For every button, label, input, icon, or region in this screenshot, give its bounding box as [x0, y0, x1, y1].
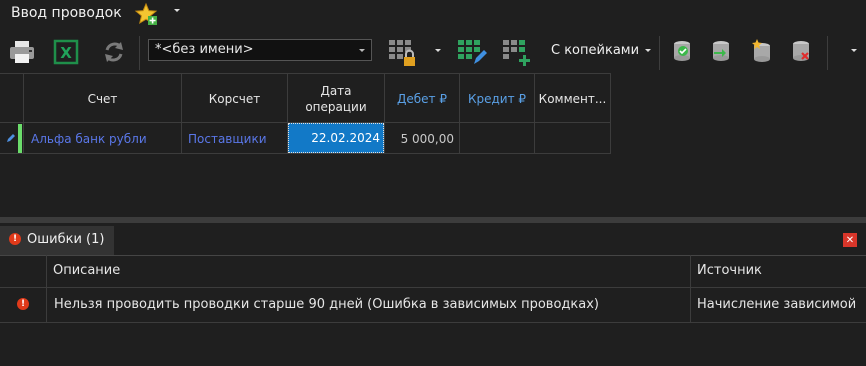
db-move-icon[interactable] [705, 36, 737, 68]
grid-border [0, 73, 611, 74]
error-source[interactable]: Начисление зависимой [697, 297, 865, 312]
window-title: Ввод проводок [11, 5, 122, 21]
cell-debet[interactable]: 5 000,00 [385, 124, 459, 153]
errors-column-description[interactable]: Описание [53, 263, 120, 278]
grid-lock-icon[interactable] [386, 36, 418, 68]
grid-edit-icon[interactable] [455, 36, 487, 68]
column-header-date[interactable]: Дата операции [288, 75, 384, 122]
chevron-down-icon [359, 49, 365, 52]
error-icon: ! [9, 233, 21, 245]
toolbar-separator [139, 36, 140, 70]
toolbar-separator [827, 36, 828, 70]
layout-name-value: *<без имени> [155, 42, 254, 57]
column-header-debet[interactable]: Дебет ₽ [385, 75, 459, 122]
errors-border [46, 255, 47, 323]
row-status-marker [18, 124, 22, 153]
favorite-star-icon[interactable] [134, 2, 158, 26]
errors-border [0, 255, 866, 256]
errors-column-source[interactable]: Источник [697, 263, 762, 278]
layout-name-select[interactable]: *<без имени> [148, 39, 372, 61]
grid-border [610, 73, 611, 154]
toolbar-separator [659, 36, 660, 70]
column-header-schet[interactable]: Счет [24, 75, 181, 122]
edit-pencil-icon [5, 132, 17, 147]
errors-border [0, 322, 866, 323]
error-description[interactable]: Нельзя проводить проводки старше 90 дней… [54, 297, 599, 312]
column-header-comment[interactable]: Коммент... [535, 75, 610, 122]
toolbar-overflow-chevron-icon[interactable] [851, 49, 857, 52]
errors-tab-label: Ошибки (1) [27, 232, 105, 247]
cell-korschet[interactable]: Поставщики [188, 124, 286, 153]
panel-splitter[interactable] [0, 217, 866, 223]
close-icon[interactable]: ✕ [843, 233, 857, 247]
errors-border [690, 255, 691, 323]
column-header-korschet[interactable]: Корсчет [182, 75, 287, 122]
kopeiki-dropdown[interactable]: С копейками [551, 43, 639, 58]
errors-border [0, 287, 866, 288]
grid-lock-chevron-down-icon[interactable] [435, 49, 441, 52]
cell-schet[interactable]: Альфа банк рубли [31, 124, 179, 153]
excel-export-icon[interactable]: X [50, 36, 82, 68]
grid-add-icon[interactable] [500, 36, 532, 68]
cell-comment[interactable] [535, 124, 610, 153]
title-menu-chevron-down-icon[interactable] [174, 9, 180, 12]
kopeiki-chevron-down-icon[interactable] [645, 49, 651, 52]
refresh-icon[interactable] [98, 36, 130, 68]
grid-border [0, 153, 611, 154]
print-icon[interactable] [6, 36, 38, 68]
error-row-icon: ! [17, 298, 29, 310]
db-delete-icon[interactable] [786, 36, 818, 68]
cell-date[interactable]: 22.02.2024 [288, 123, 384, 153]
svg-text:X: X [60, 44, 72, 62]
db-new-icon[interactable] [746, 36, 778, 68]
cell-kredit[interactable] [460, 124, 534, 153]
db-check-icon[interactable] [667, 36, 699, 68]
column-header-kredit[interactable]: Кредит ₽ [460, 75, 534, 122]
